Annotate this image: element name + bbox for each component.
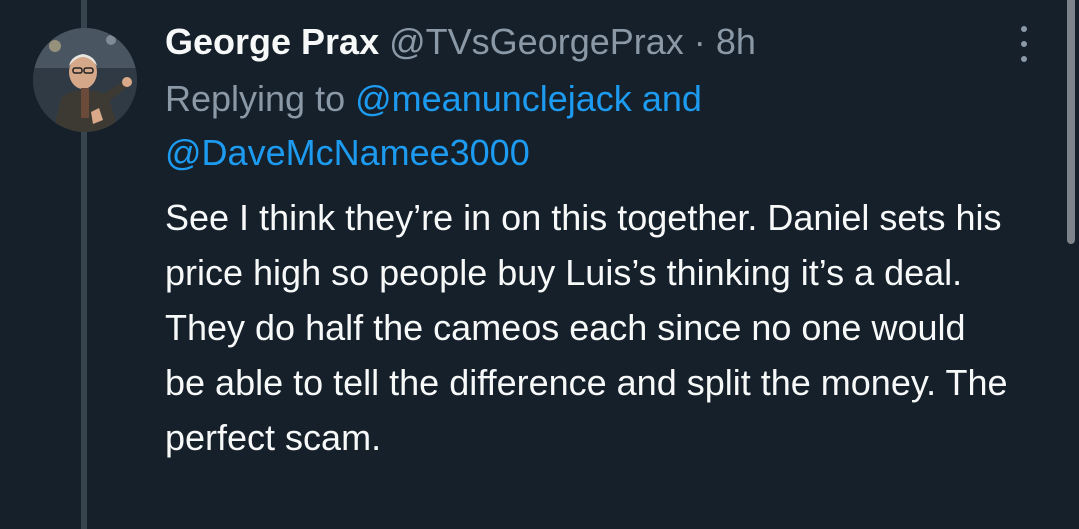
tweet-text: See I think they’re in on this together.… bbox=[165, 197, 1008, 458]
tweet[interactable]: George Prax @TVsGeorgePrax · 8h Replying… bbox=[0, 0, 1079, 529]
timestamp[interactable]: 8h bbox=[716, 21, 756, 62]
avatar[interactable] bbox=[33, 28, 137, 132]
replying-to: Replying to @meanunclejack and @DaveMcNa… bbox=[165, 72, 1025, 180]
mention-joiner[interactable]: and bbox=[642, 78, 702, 119]
more-dot bbox=[1021, 26, 1027, 32]
more-dot bbox=[1021, 56, 1027, 62]
mention-link-meanunclejack[interactable]: @meanunclejack bbox=[355, 78, 632, 119]
more-vertical-icon[interactable] bbox=[1016, 26, 1032, 62]
scrollbar[interactable] bbox=[1067, 0, 1075, 244]
user-handle[interactable]: @TVsGeorgePrax bbox=[389, 21, 684, 62]
avatar-image bbox=[33, 28, 137, 132]
replying-prefix: Replying to bbox=[165, 78, 346, 119]
tweet-header: George Prax @TVsGeorgePrax · 8h bbox=[165, 18, 1025, 66]
separator-dot: · bbox=[693, 21, 706, 62]
tweet-content: George Prax @TVsGeorgePrax · 8h Replying… bbox=[165, 18, 1025, 465]
mention-link-davemcnamee3000[interactable]: @DaveMcNamee3000 bbox=[165, 132, 530, 173]
more-dot bbox=[1021, 41, 1027, 47]
display-name[interactable]: George Prax bbox=[165, 21, 379, 62]
